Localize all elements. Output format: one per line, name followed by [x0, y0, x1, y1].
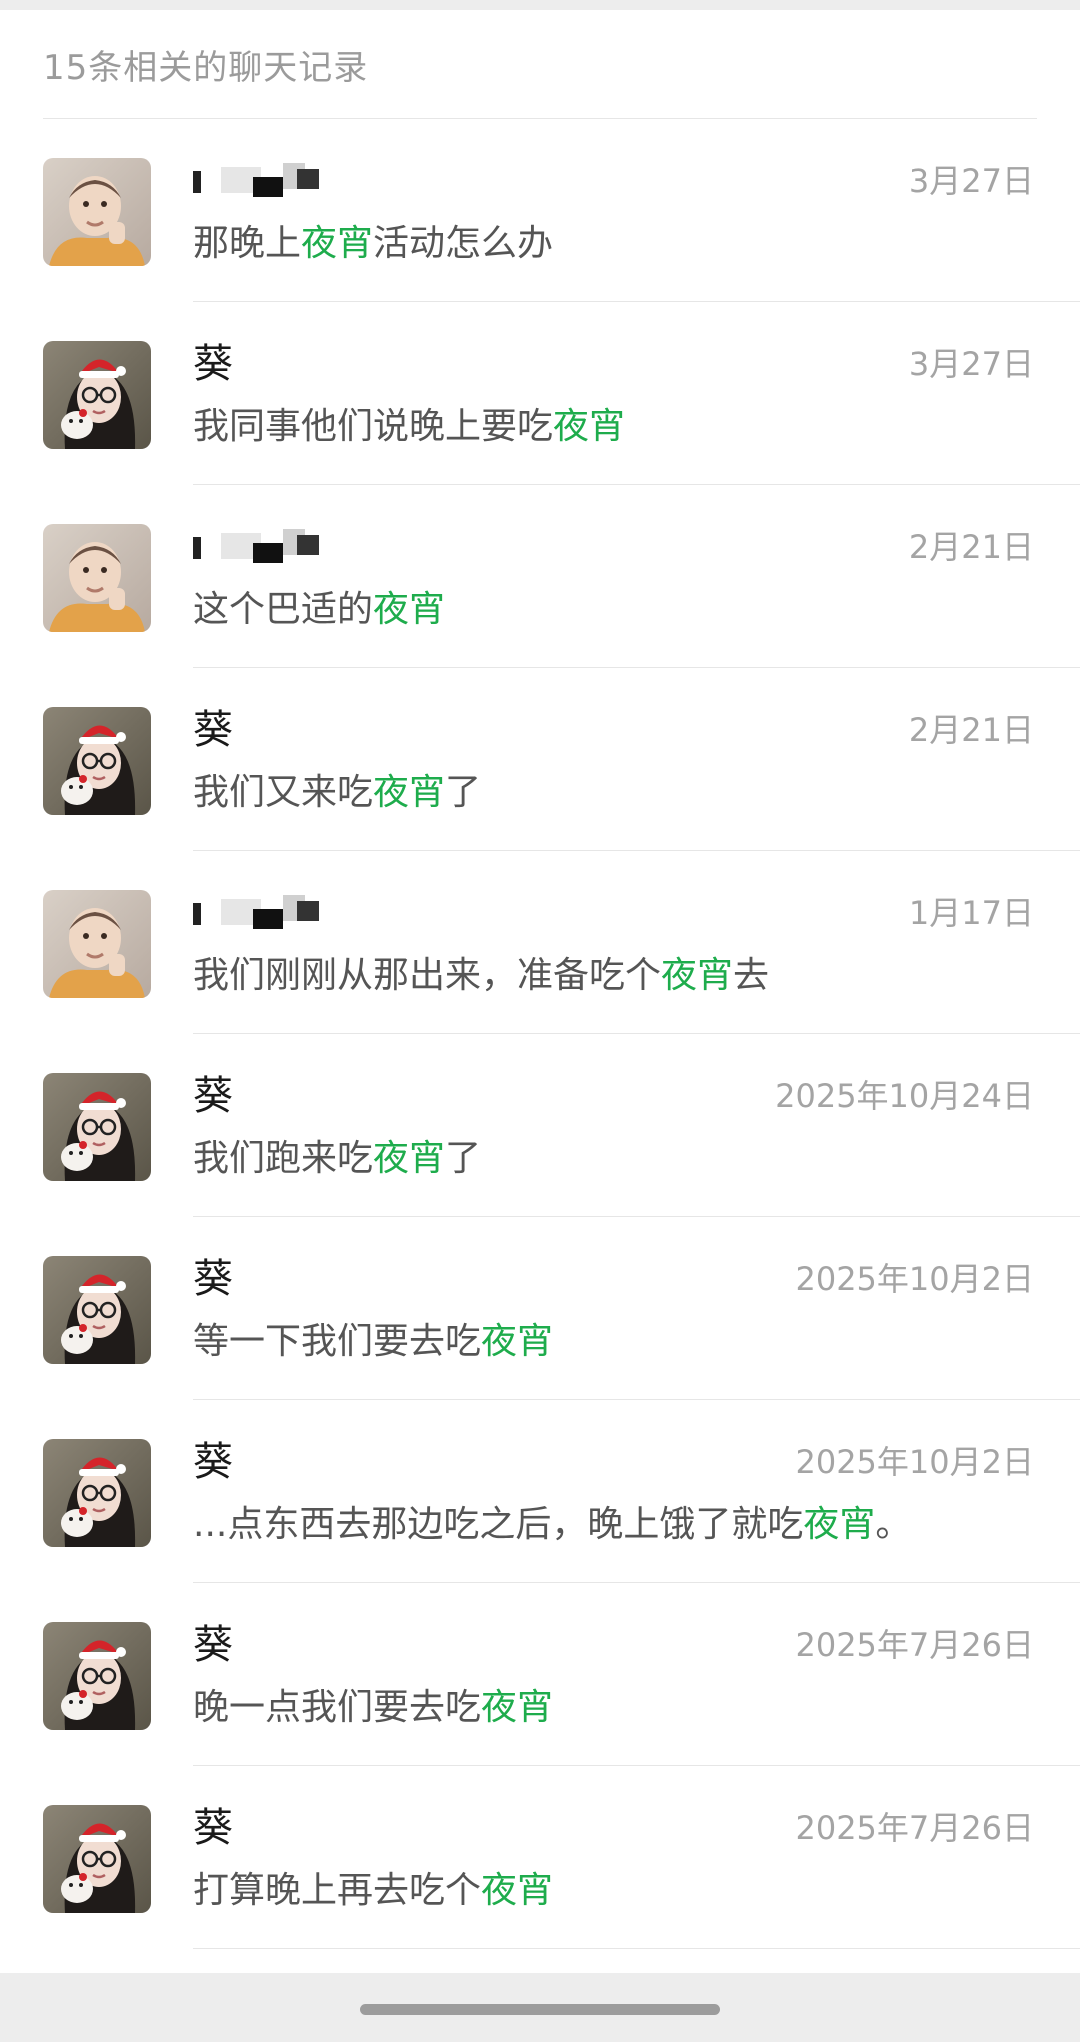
sender-name: 葵	[193, 1073, 233, 1119]
message-text: 那晚上	[193, 223, 302, 264]
message-date: 3月27日	[908, 345, 1034, 383]
message-snippet: ...点东西去那边吃之后，晚上饿了就吃夜宵。	[193, 1500, 911, 1550]
avatar	[43, 524, 151, 632]
highlighted-keyword: 夜宵	[481, 1687, 554, 1728]
avatar	[43, 1622, 151, 1730]
avatar	[43, 1256, 151, 1364]
chat-record-item[interactable]: 葵 3月27日我同事他们说晚上要吃夜宵	[0, 302, 1080, 485]
sender-name	[193, 521, 343, 573]
message-snippet: 打算晚上再去吃个夜宵	[193, 1866, 553, 1916]
message-text: 等一下我们要去吃	[193, 1321, 482, 1362]
message-snippet: 那晚上夜宵活动怎么办	[193, 219, 553, 269]
message-text: 去	[733, 955, 770, 996]
message-date: 3月27日	[908, 162, 1034, 200]
chat-record-item[interactable]: 葵 2025年10月2日等一下我们要去吃夜宵	[0, 1217, 1080, 1400]
row-divider	[193, 1948, 1080, 1949]
home-indicator[interactable]	[360, 2004, 720, 2015]
message-text: 了	[445, 772, 482, 813]
message-snippet: 我们跑来吃夜宵了	[193, 1134, 481, 1184]
message-text: 了	[445, 1138, 482, 1179]
highlighted-keyword: 夜宵	[661, 955, 734, 996]
chat-record-item[interactable]: 1月17日我们刚刚从那出来，准备吃个夜宵去	[0, 851, 1080, 1034]
message-text: 。	[875, 1504, 912, 1545]
message-date: 2月21日	[908, 528, 1034, 566]
navigation-bar	[0, 1973, 1080, 2042]
chat-record-item[interactable]: 葵 2025年7月26日打算晚上再去吃个夜宵	[0, 1766, 1080, 1949]
chat-record-item[interactable]: 葵 2月21日我们又来吃夜宵了	[0, 668, 1080, 851]
chat-record-item[interactable]: 2月21日这个巴适的夜宵	[0, 485, 1080, 668]
message-text: 我同事他们说晚上要吃	[193, 406, 554, 447]
message-text: 我们又来吃	[193, 772, 374, 813]
sender-name: 葵	[193, 1439, 233, 1485]
sender-name	[193, 887, 343, 939]
sender-name	[193, 155, 343, 207]
top-strip	[0, 0, 1080, 10]
message-snippet: 我同事他们说晚上要吃夜宵	[193, 402, 625, 452]
message-date: 2025年10月24日	[775, 1077, 1034, 1115]
message-text: 这个巴适的	[193, 589, 374, 630]
message-snippet: 我们又来吃夜宵了	[193, 768, 481, 818]
results-header: 15条相关的聊天记录	[43, 10, 1037, 119]
sender-name: 葵	[193, 1622, 233, 1668]
message-date: 2025年10月2日	[795, 1443, 1034, 1481]
message-text: 我们跑来吃	[193, 1138, 374, 1179]
chat-record-item[interactable]: 葵 2025年10月2日 ...点东西去那边吃之后，晚上饿了就吃夜宵。	[0, 1400, 1080, 1583]
chat-record-item[interactable]: 3月27日那晚上夜宵活动怎么办	[0, 119, 1080, 302]
highlighted-keyword: 夜宵	[301, 223, 374, 264]
chat-record-list: 3月27日 那晚上夜宵活动怎么办葵 3月27日 我同事他们说晚上要吃夜宵 2月21日 这个…	[0, 119, 1080, 1949]
avatar	[43, 158, 151, 266]
message-text: 活动怎么办	[373, 223, 554, 264]
message-text: 我们刚刚从那出来，准备吃个	[193, 955, 662, 996]
avatar	[43, 890, 151, 998]
highlighted-keyword: 夜宵	[481, 1321, 554, 1362]
avatar	[43, 341, 151, 449]
sender-name: 葵	[193, 1256, 233, 1302]
sender-name: 葵	[193, 1805, 233, 1851]
highlighted-keyword: 夜宵	[553, 406, 626, 447]
message-date: 2025年7月26日	[795, 1809, 1034, 1847]
highlighted-keyword: 夜宵	[481, 1870, 554, 1911]
avatar	[43, 1073, 151, 1181]
message-snippet: 等一下我们要去吃夜宵	[193, 1317, 553, 1367]
chat-record-item[interactable]: 葵 2025年10月24日我们跑来吃夜宵了	[0, 1034, 1080, 1217]
highlighted-keyword: 夜宵	[373, 772, 446, 813]
message-snippet: 我们刚刚从那出来，准备吃个夜宵去	[193, 951, 769, 1001]
highlighted-keyword: 夜宵	[373, 1138, 446, 1179]
avatar	[43, 707, 151, 815]
avatar	[43, 1805, 151, 1913]
message-snippet: 这个巴适的夜宵	[193, 585, 445, 635]
highlighted-keyword: 夜宵	[803, 1504, 876, 1545]
message-date: 2025年10月2日	[795, 1260, 1034, 1298]
chat-record-item[interactable]: 葵 2025年7月26日晚一点我们要去吃夜宵	[0, 1583, 1080, 1766]
message-date: 2025年7月26日	[795, 1626, 1034, 1664]
message-text: 晚一点我们要去吃	[193, 1687, 482, 1728]
message-date: 2月21日	[908, 711, 1034, 749]
message-text: 打算晚上再去吃个	[193, 1870, 482, 1911]
message-text: ...点东西去那边吃之后，晚上饿了就吃	[193, 1504, 804, 1545]
avatar	[43, 1439, 151, 1547]
highlighted-keyword: 夜宵	[373, 589, 446, 630]
sender-name: 葵	[193, 341, 233, 387]
message-snippet: 晚一点我们要去吃夜宵	[193, 1683, 553, 1733]
message-date: 1月17日	[908, 894, 1034, 932]
search-results-panel: 15条相关的聊天记录 3月27日 那晚上夜宵活动怎么办葵 3月27日 我同事他们说晚上…	[0, 10, 1080, 1973]
results-count-title: 15条相关的聊天记录	[43, 47, 369, 88]
sender-name: 葵	[193, 707, 233, 753]
